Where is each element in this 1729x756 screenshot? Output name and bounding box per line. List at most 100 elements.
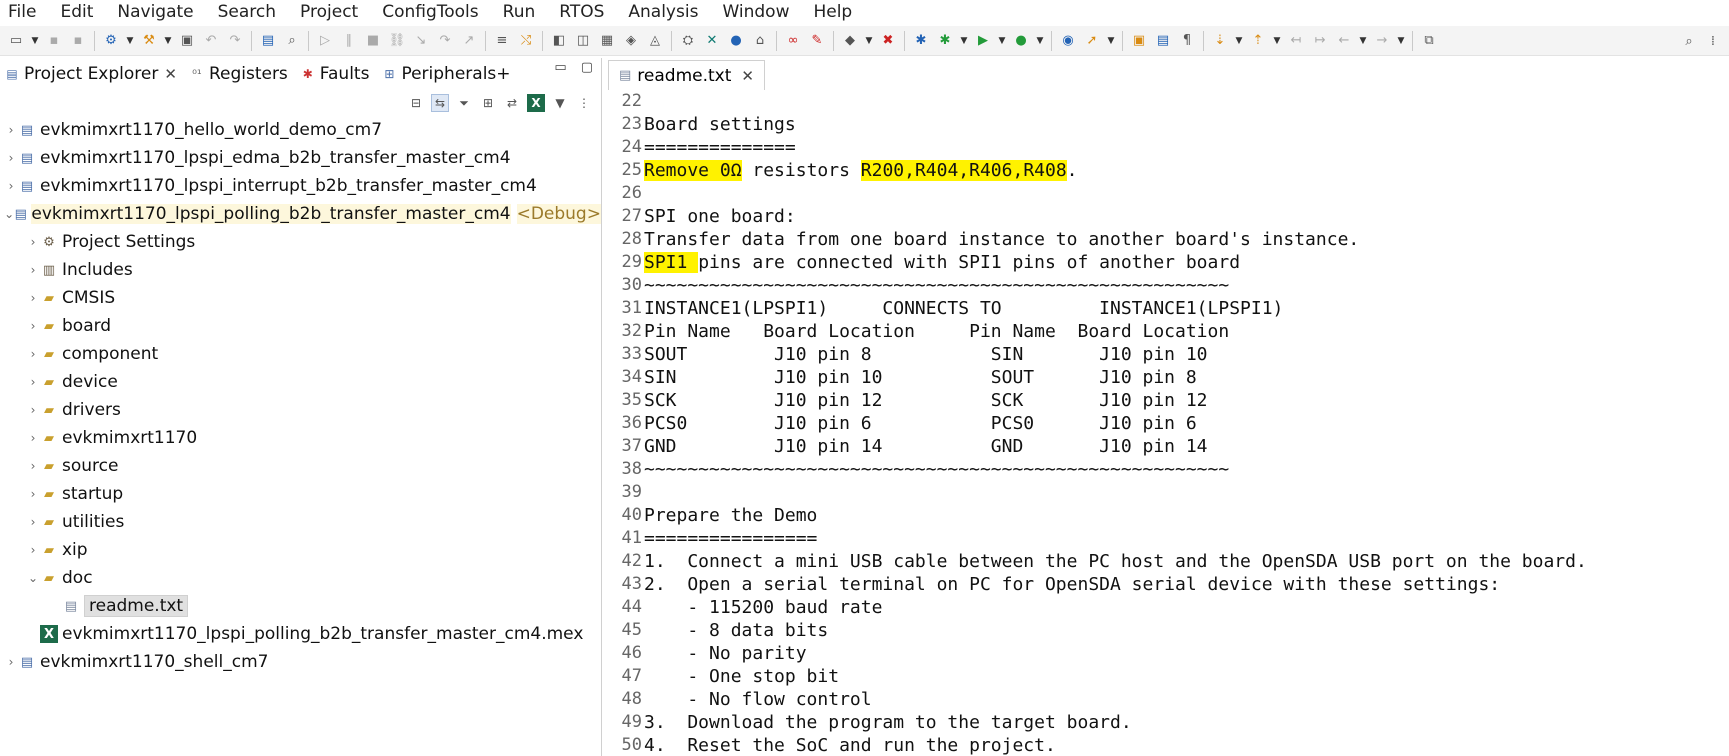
chevron-right-icon[interactable]: › (4, 123, 18, 137)
console-icon[interactable]: ▣ (177, 31, 197, 51)
terminate-icon[interactable]: ■ (363, 31, 383, 51)
chevron-right-icon[interactable]: › (26, 375, 40, 389)
resume-icon[interactable]: ▷ (315, 31, 335, 51)
mex-config-icon[interactable]: ✕ (702, 31, 722, 51)
tree-item[interactable]: › ▰ startup (0, 480, 601, 508)
tab-faults[interactable]: ✱ Faults (300, 64, 370, 84)
redo-icon[interactable]: ↷ (225, 31, 245, 51)
tree-item[interactable]: › ▰ CMSIS (0, 284, 601, 312)
step-over-icon[interactable]: ↷ (435, 31, 455, 51)
mex-config-icon[interactable]: X (527, 94, 545, 112)
more-options-icon[interactable]: ⋮ (575, 94, 593, 112)
tab-readme[interactable]: ▤ readme.txt ✕ (608, 60, 765, 90)
tree-item[interactable]: Xevkmimxrt1170_lpspi_polling_b2b_transfe… (0, 620, 601, 648)
save-icon[interactable]: ▪ (44, 31, 64, 51)
tree-item[interactable]: › ▰ component (0, 340, 601, 368)
pilcrow-icon[interactable]: ¶ (1177, 31, 1197, 51)
chevron-right-icon[interactable]: › (26, 403, 40, 417)
settings-dropdown-icon[interactable]: ▼ (125, 31, 135, 51)
split-view-icon[interactable]: ◫ (573, 31, 593, 51)
info-icon[interactable]: ● (726, 31, 746, 51)
external-tools-icon[interactable]: ● (1011, 31, 1031, 51)
suspend-icon[interactable]: ∥ (339, 31, 359, 51)
sync-icon[interactable]: ⇄ (503, 94, 521, 112)
menu-analysis[interactable]: Analysis (616, 0, 710, 24)
menu-rtos[interactable]: RTOS (547, 0, 616, 24)
forward-dropdown-icon[interactable]: ▼ (1396, 31, 1406, 51)
undo-icon[interactable]: ↶ (201, 31, 221, 51)
tree-item[interactable]: › ⚙ Project Settings (0, 228, 601, 256)
forward-edit-icon[interactable]: ↦ (1310, 31, 1330, 51)
tab-project-explorer[interactable]: ▤ Project Explorer ✕ (4, 64, 177, 84)
save-all-icon[interactable]: ▪ (68, 31, 88, 51)
run-dropdown-icon[interactable]: ▼ (997, 31, 1007, 51)
search-icon[interactable]: ⌕ (1679, 31, 1699, 51)
chevron-down-icon[interactable]: ⌄ (26, 571, 40, 585)
peripheral-icon[interactable]: ◈ (621, 31, 641, 51)
build-hammer-icon[interactable]: ⚒ (139, 31, 159, 51)
menu-project[interactable]: Project (288, 0, 370, 24)
doc-icon[interactable]: ▤ (1153, 31, 1173, 51)
perspective-icon[interactable]: ⁞ (1703, 31, 1723, 51)
close-icon[interactable]: ✕ (164, 65, 177, 83)
menu-run[interactable]: Run (491, 0, 548, 24)
tree-item[interactable]: › ▰ evkmimxrt1170 (0, 424, 601, 452)
step-return-icon[interactable]: ↗ (459, 31, 479, 51)
flash-icon[interactable]: ◆ (840, 31, 860, 51)
chevron-right-icon[interactable]: › (26, 515, 40, 529)
menu-help[interactable]: Help (801, 0, 864, 24)
tree-item[interactable]: › ▰ device (0, 368, 601, 396)
link-with-editor-icon[interactable]: ⇆ (431, 94, 449, 112)
view-menu-dropdown-icon[interactable]: ▼ (551, 94, 569, 112)
link-icon[interactable]: ∞ (783, 31, 803, 51)
menu-configtools[interactable]: ConfigTools (370, 0, 490, 24)
maximize-icon[interactable]: ▢ (581, 60, 593, 75)
debug-bug-green-icon[interactable]: ✱ (935, 31, 955, 51)
chevron-right-icon[interactable]: › (26, 459, 40, 473)
back-icon[interactable]: ← (1334, 31, 1354, 51)
launch-icon[interactable]: ➚ (1082, 31, 1102, 51)
flash-dropdown-icon[interactable]: ▼ (864, 31, 874, 51)
step-into-icon[interactable]: ↘ (411, 31, 431, 51)
filter-icon[interactable]: ⏷ (455, 94, 473, 112)
chevron-right-icon[interactable]: › (4, 179, 18, 193)
search-file-icon[interactable]: ⌕ (282, 31, 302, 51)
home-icon[interactable]: ⌂ (750, 31, 770, 51)
tab-peripherals[interactable]: ⊞ Peripherals+ (381, 64, 510, 84)
disconnect-icon[interactable]: ⛓ (387, 31, 407, 51)
prev-annotation-icon[interactable]: ⇡ (1248, 31, 1268, 51)
chevron-right-icon[interactable]: › (4, 151, 18, 165)
back-dropdown-icon[interactable]: ▼ (1358, 31, 1368, 51)
pin-editor-icon[interactable]: ⧉ (1419, 31, 1439, 51)
chevron-right-icon[interactable]: › (26, 543, 40, 557)
chevron-right-icon[interactable]: › (26, 235, 40, 249)
prev-annotation-dropdown-icon[interactable]: ▼ (1272, 31, 1282, 51)
menu-window[interactable]: Window (710, 0, 801, 24)
probe-icon[interactable]: ✎ (807, 31, 827, 51)
terminal-icon[interactable]: ▤ (258, 31, 278, 51)
new-dropdown-icon[interactable]: ▼ (30, 31, 40, 51)
minimize-icon[interactable]: ▭ (554, 60, 566, 75)
config-icon[interactable]: ⛭ (678, 31, 698, 51)
next-annotation-icon[interactable]: ⇣ (1210, 31, 1230, 51)
next-annotation-dropdown-icon[interactable]: ▼ (1234, 31, 1244, 51)
settings-icon[interactable]: ⚙ (101, 31, 121, 51)
tree-item[interactable]: › ▤ evkmimxrt1170_lpspi_interrupt_b2b_tran… (0, 172, 601, 200)
tree-item[interactable]: › ▰ xip (0, 536, 601, 564)
launch-dropdown-icon[interactable]: ▼ (1106, 31, 1116, 51)
chevron-right-icon[interactable]: › (26, 431, 40, 445)
chevron-right-icon[interactable]: › (4, 655, 18, 669)
tree-item[interactable]: › ▰ board (0, 312, 601, 340)
chevron-right-icon[interactable]: › (26, 347, 40, 361)
trace-icon[interactable]: ◬ (645, 31, 665, 51)
open-type-icon[interactable]: ◉ (1058, 31, 1078, 51)
memory-icon[interactable]: ▦ (597, 31, 617, 51)
tree-item[interactable]: › ▰ drivers (0, 396, 601, 424)
external-tools-dropdown-icon[interactable]: ▼ (1035, 31, 1045, 51)
tree-item[interactable]: › ▤ evkmimxrt1170_hello_world_demo_cm7 (0, 116, 601, 144)
debug-bug-icon[interactable]: ✱ (911, 31, 931, 51)
run-icon[interactable]: ▶ (973, 31, 993, 51)
erase-icon[interactable]: ✖ (878, 31, 898, 51)
tree-item[interactable]: ▤ readme.txt (0, 592, 601, 620)
new-icon[interactable]: ▭ (6, 31, 26, 51)
